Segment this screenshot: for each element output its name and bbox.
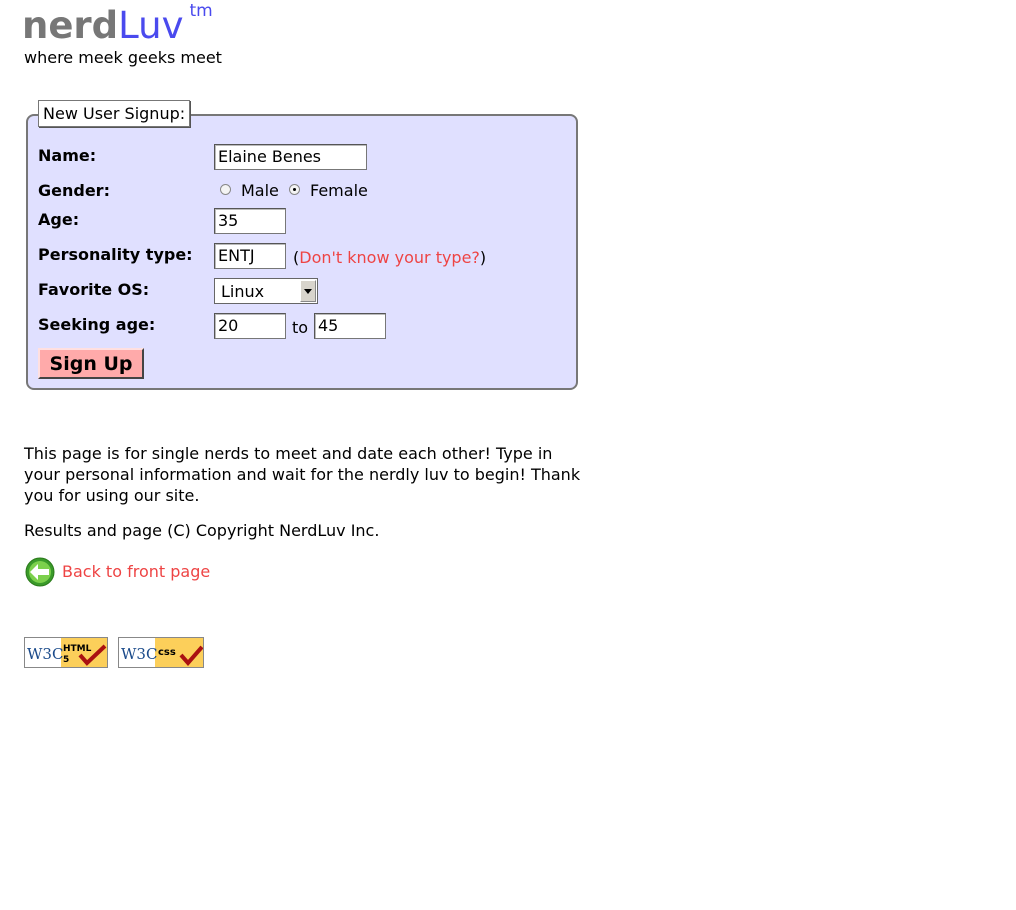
chevron-down-icon[interactable] [300,280,316,302]
site-tagline: where meek geeks meet [24,48,222,67]
personality-input[interactable]: ENTJ [214,243,286,269]
logo-luv-text: Luv [118,4,184,47]
personality-help: (Don't know your type?) [293,248,486,267]
w3c-text: W3C [27,645,63,663]
gender-female-radio[interactable] [289,184,300,195]
w3c-html5-badge[interactable]: W3C HTML 5 [24,637,108,668]
seeking-max-input[interactable]: 45 [314,313,386,339]
w3c-css-badge[interactable]: W3C css [118,637,204,668]
w3c-text: W3C [121,645,157,663]
name-label: Name: [38,146,97,165]
personality-label: Personality type: [38,245,193,264]
html-version-text: 5 [63,655,69,665]
gender-female-label: Female [310,181,368,200]
css-text: css [158,647,176,658]
os-label: Favorite OS: [38,280,150,299]
sign-up-button[interactable]: Sign Up [38,348,144,379]
html-text: HTML [63,644,92,654]
gender-male-label: Male [241,181,279,200]
site-logo: nerdLuv tm [22,1,213,47]
logo-trademark: tm [189,1,213,21]
os-selected-value: Linux [221,282,265,301]
signup-legend: New User Signup: [38,100,191,127]
logo-nerd-text: nerd [22,4,119,47]
age-label: Age: [38,210,80,229]
seeking-min-input[interactable]: 20 [214,313,286,339]
gender-label: Gender: [38,181,110,200]
back-arrow-icon[interactable] [25,557,55,587]
page-description: This page is for single nerds to meet an… [24,444,581,505]
name-input[interactable]: Elaine Benes [214,144,367,170]
paren-close: ) [479,248,487,267]
gender-male-radio[interactable] [220,184,231,195]
personality-help-link[interactable]: Don't know your type? [299,248,480,267]
os-select[interactable]: Linux [214,278,318,304]
copyright-text: Results and page (C) Copyright NerdLuv I… [24,521,380,540]
back-to-front-link[interactable]: Back to front page [62,562,210,581]
age-input[interactable]: 35 [214,208,286,234]
seeking-age-label: Seeking age: [38,315,156,334]
seeking-to-text: to [292,318,309,337]
